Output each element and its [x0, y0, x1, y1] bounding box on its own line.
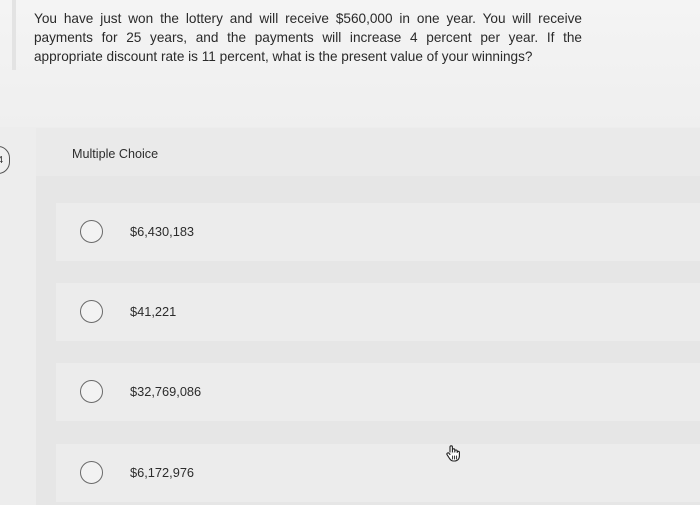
choice-option-3[interactable]: $32,769,086 — [56, 363, 700, 421]
radio-button-icon[interactable] — [80, 380, 103, 403]
radio-button-icon[interactable] — [80, 300, 103, 323]
left-accent-bar — [12, 0, 16, 70]
choice-option-4[interactable]: $6,172,976 — [56, 444, 700, 502]
radio-button-icon[interactable] — [80, 461, 103, 484]
choice-label: $41,221 — [130, 304, 177, 319]
choice-label: $6,430,183 — [130, 224, 195, 239]
question-area: You have just won the lottery and will r… — [0, 0, 700, 127]
multiple-choice-label: Multiple Choice — [72, 147, 159, 161]
question-number-tab[interactable]: 4 — [0, 146, 10, 174]
choice-option-2[interactable]: $41,221 — [56, 283, 700, 341]
choice-label: $6,172,976 — [130, 465, 195, 480]
question-text: You have just won the lottery and will r… — [34, 11, 582, 64]
choice-option-1[interactable]: $6,430,183 — [56, 203, 700, 261]
hand-pointer-icon — [446, 445, 460, 462]
question-number: 4 — [0, 155, 3, 166]
radio-button-icon[interactable] — [80, 220, 103, 243]
choice-label: $32,769,086 — [130, 384, 202, 399]
